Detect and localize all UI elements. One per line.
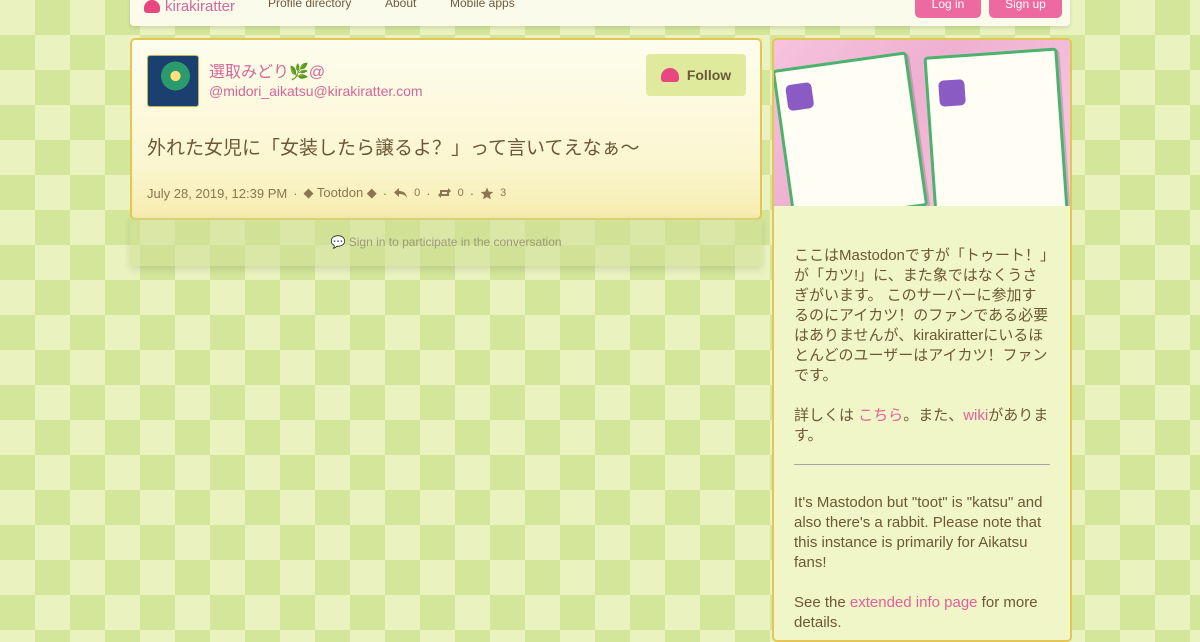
follow-label: Follow: [686, 67, 732, 83]
about-ja: ここはMastodonですが「トゥート！」が「カツ!」に、また象ではなくうさぎが…: [794, 247, 1049, 384]
status-meta: July 28, 2019, 12:39 PM · ◆ Tootdon ◆ · …: [147, 185, 506, 201]
link-here[interactable]: こちら: [858, 407, 903, 424]
signup-button[interactable]: Sign up: [989, 0, 1062, 18]
status-content: 外れた女児に「女装したら譲るよ？」って言いてえなぁ〜: [147, 138, 640, 159]
more-info-en: See the extended info page for more deta…: [794, 593, 1050, 633]
nav-about[interactable]: About: [385, 0, 416, 10]
nav-profile-directory[interactable]: Profile directory: [268, 0, 351, 10]
status-card: 選取みどり🌿@ @midori_aikatsu@kirakiratter.com…: [130, 38, 762, 220]
brand-name: kirakiratter: [165, 0, 236, 15]
top-navigation-bar: kirakiratter Profile directory About Mob…: [130, 0, 1070, 26]
follow-button[interactable]: Follow: [646, 54, 746, 96]
meta-separator: ·: [293, 185, 298, 201]
hero-card-left: [774, 51, 929, 206]
moon-icon: [785, 81, 815, 112]
sidebar-about: ここはMastodonですが「トゥート！」が「カツ!」に、また象ではなくうさぎが…: [772, 38, 1072, 642]
display-name[interactable]: 選取みどり🌿@: [209, 58, 325, 82]
favourite-count: 3: [500, 187, 507, 199]
signin-notice[interactable]: 💬 Sign in to participate in the conversa…: [130, 218, 762, 266]
signin-notice-text: Sign in to participate in the conversati…: [348, 235, 562, 249]
nav-mobile-apps[interactable]: Mobile apps: [450, 0, 515, 10]
comments-icon: 💬: [330, 235, 346, 249]
link-extended-info[interactable]: extended info page: [850, 594, 978, 611]
meta-separator: ·: [426, 185, 431, 201]
about-en: It's Mastodon but "toot" is "katsu" and …: [794, 494, 1043, 571]
more-info-ja-prefix: 詳しくは: [794, 407, 859, 424]
rabbit-icon: [660, 68, 679, 82]
boost-icon[interactable]: [437, 187, 452, 199]
login-button[interactable]: Log in: [915, 0, 981, 18]
meta-separator: ·: [469, 185, 475, 201]
divider: [794, 464, 1050, 465]
more-info-en-prefix: See the: [794, 594, 850, 611]
star-icon[interactable]: [480, 187, 494, 200]
reply-count: 0: [414, 187, 421, 199]
hero-card-right: [923, 47, 1069, 206]
moon-icon: [938, 79, 966, 107]
boost-count: 0: [457, 187, 464, 199]
account-handle[interactable]: @midori_aikatsu@kirakiratter.com: [209, 83, 423, 99]
status-app: ◆ Tootdon ◆: [303, 185, 377, 200]
rabbit-logo-icon: [144, 0, 160, 13]
avatar[interactable]: [147, 55, 199, 107]
about-text: ここはMastodonですが「トゥート！」が「カツ!」に、また象ではなくうさぎが…: [794, 246, 1050, 640]
brand-logo[interactable]: kirakiratter: [144, 0, 235, 15]
meta-separator: ·: [382, 185, 388, 201]
server-hero-image: [774, 40, 1070, 206]
more-info-ja-mid: 。また、: [903, 407, 964, 424]
reply-icon[interactable]: [393, 187, 408, 199]
more-info-ja: 詳しくは こちら。また、wikiがあります。: [794, 406, 1050, 446]
link-wiki[interactable]: wiki: [963, 407, 988, 424]
status-date[interactable]: July 28, 2019, 12:39 PM: [147, 186, 287, 201]
